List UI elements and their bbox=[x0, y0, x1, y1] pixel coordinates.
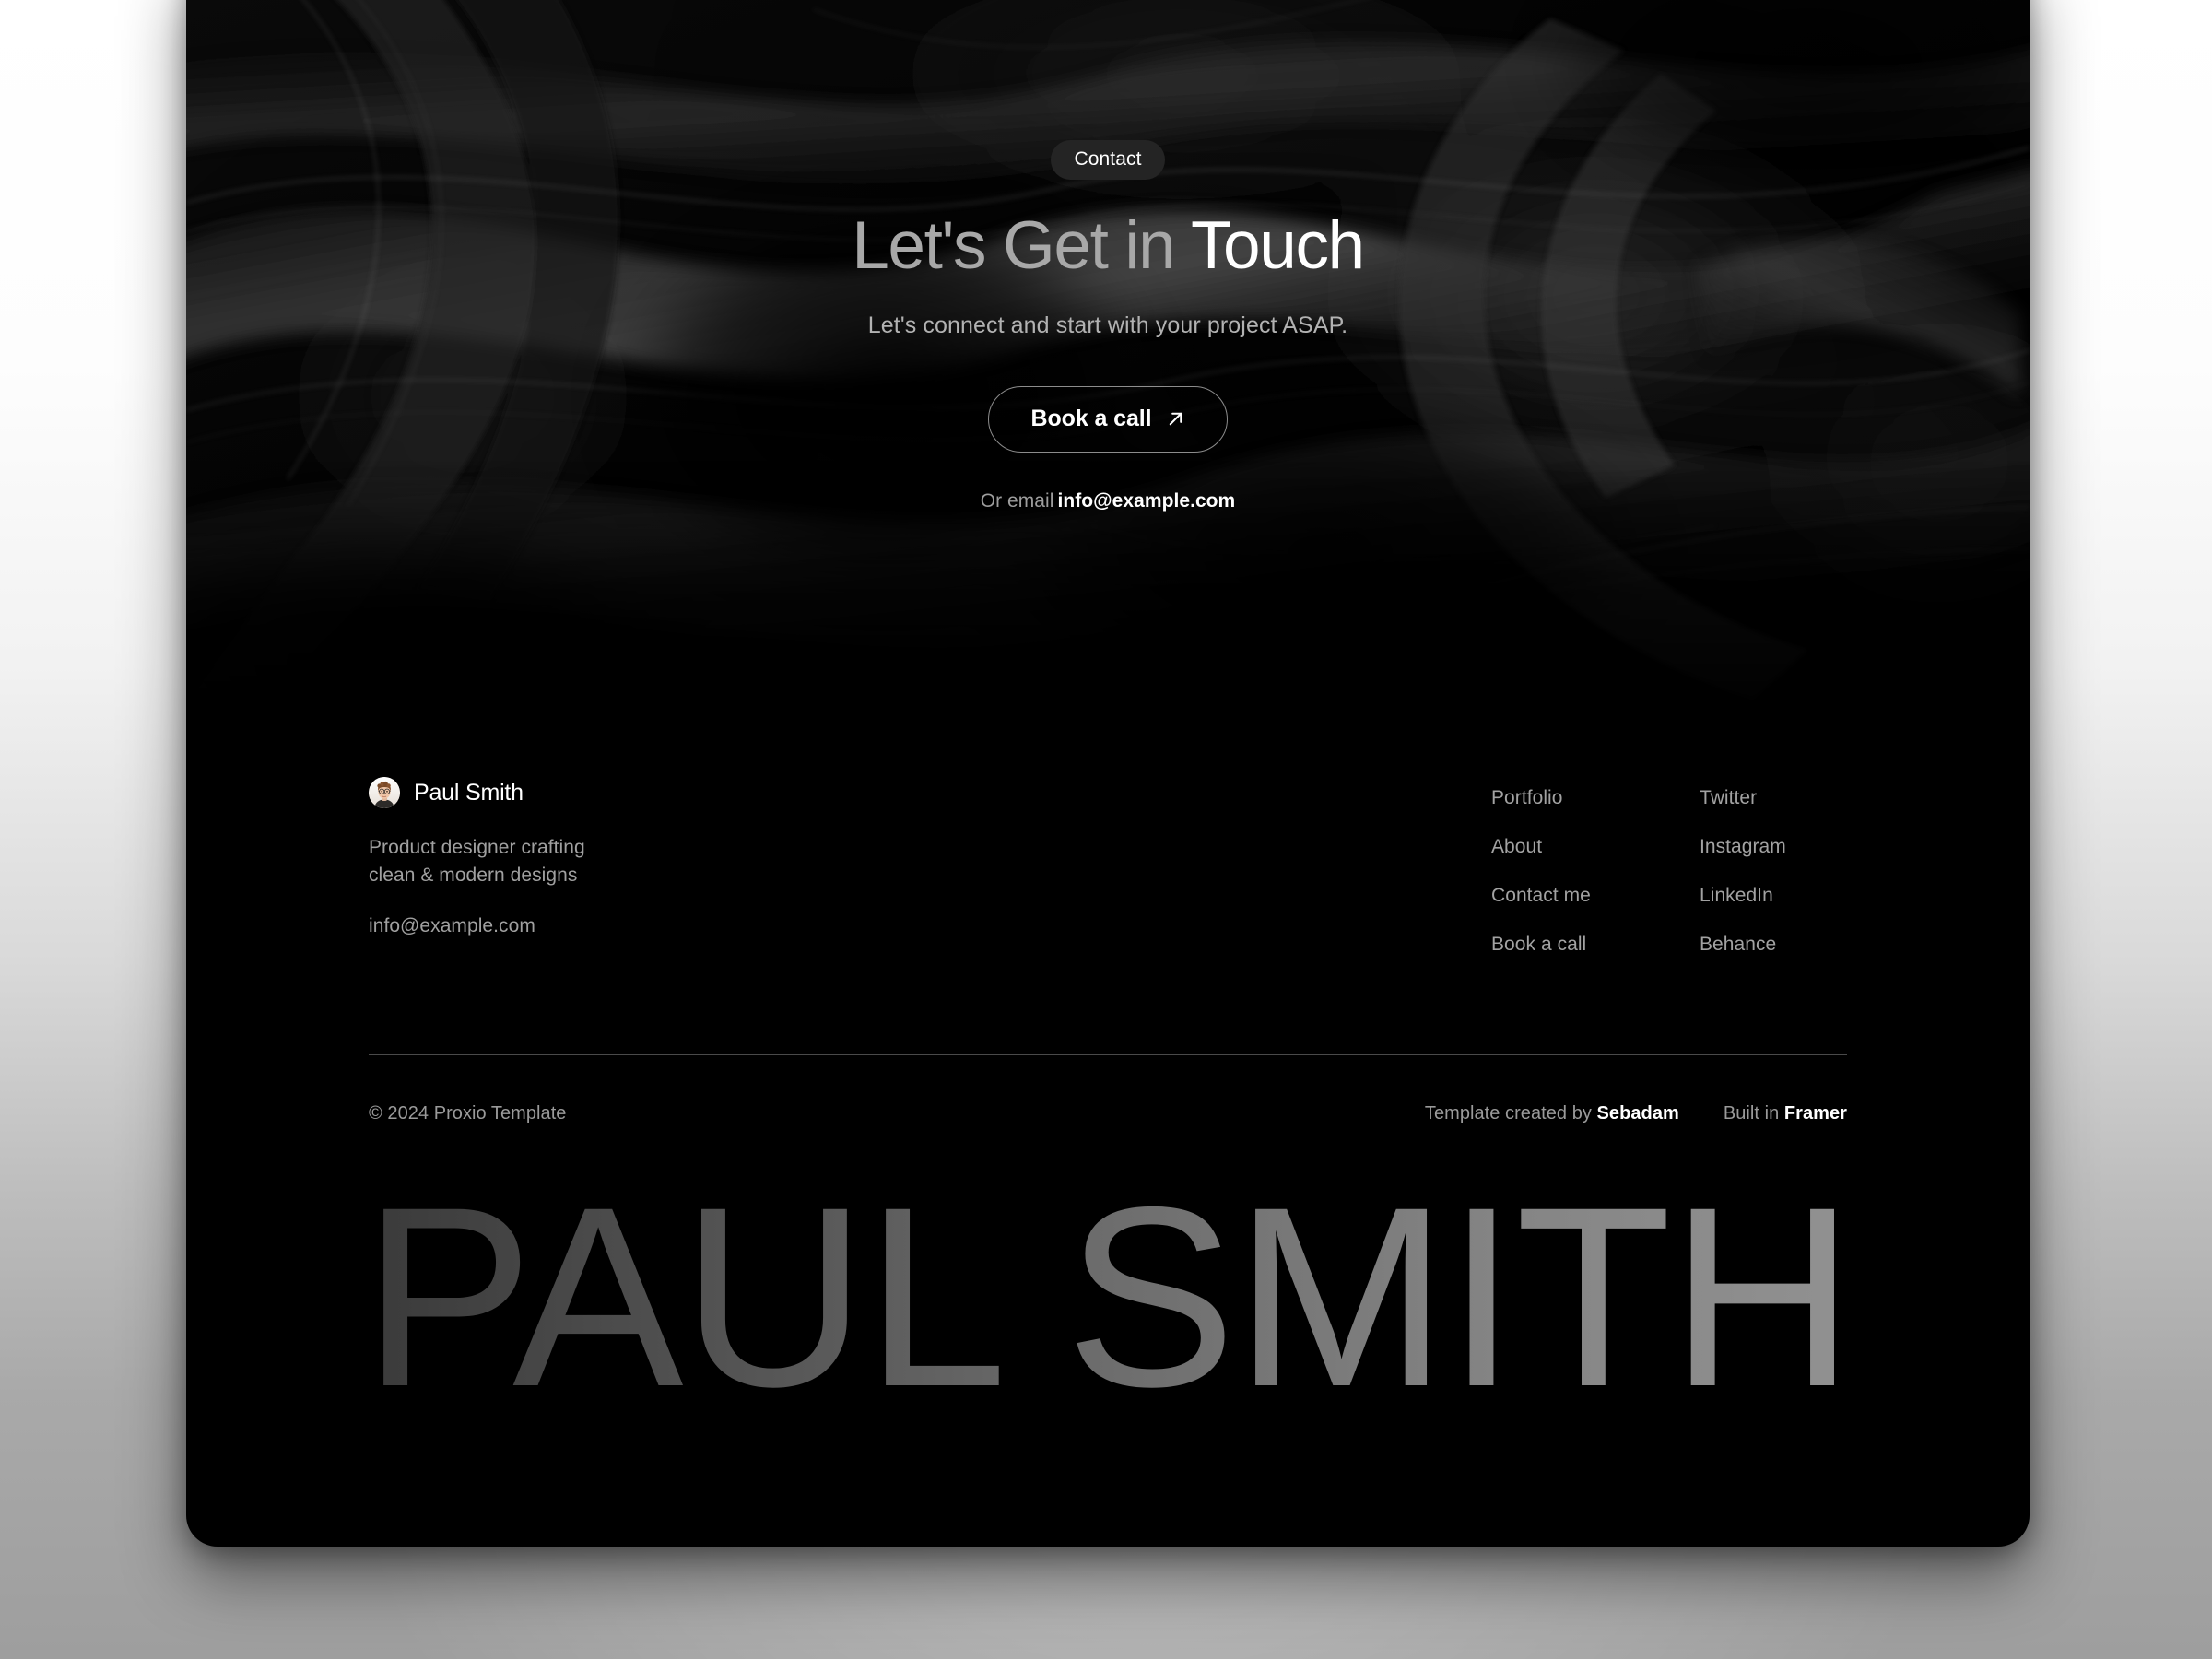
credit-built-in: Built in Framer bbox=[1724, 1103, 1847, 1124]
page-backdrop: Contact Let's Get in Touch Let's connect… bbox=[0, 0, 2212, 1659]
footer-credits: Template created by Sebadam Built in Fra… bbox=[1425, 1103, 1847, 1124]
footer-bottom-row: © 2024 Proxio Template Template created … bbox=[369, 1103, 1847, 1124]
page-title-dim-part: Let's Get in bbox=[852, 208, 1191, 283]
footer-primary-links: Portfolio About Contact me Book a call bbox=[1491, 788, 1700, 954]
site-card: Contact Let's Get in Touch Let's connect… bbox=[186, 0, 2030, 1547]
footer-link-linkedin[interactable]: LinkedIn bbox=[1700, 886, 1847, 905]
footer-brand-email[interactable]: info@example.com bbox=[369, 915, 848, 937]
footer-brand-row: Paul Smith bbox=[369, 777, 848, 808]
user-avatar-photo bbox=[369, 777, 400, 808]
hero-content: Contact Let's Get in Touch Let's connect… bbox=[186, 0, 2030, 512]
footer-link-columns: Portfolio About Contact me Book a call T… bbox=[1491, 777, 1847, 954]
footer-wordmark: PAUL SMITH bbox=[362, 1153, 1854, 1440]
or-email-prefix: Or email bbox=[980, 489, 1054, 512]
footer-link-portfolio[interactable]: Portfolio bbox=[1491, 788, 1700, 807]
footer-brand-name: Paul Smith bbox=[414, 779, 524, 806]
footer-link-instagram[interactable]: Instagram bbox=[1700, 837, 1847, 856]
footer-brand-column: Paul Smith Product designer crafting cle… bbox=[369, 777, 848, 937]
footer-brand-tagline: Product designer crafting clean & modern… bbox=[369, 834, 848, 889]
footer-social-links: Twitter Instagram LinkedIn Behance bbox=[1700, 788, 1847, 954]
book-a-call-button[interactable]: Book a call bbox=[987, 385, 1229, 453]
footer-top-row: Paul Smith Product designer crafting cle… bbox=[369, 737, 1847, 954]
or-email-line: Or email info@example.com bbox=[981, 490, 1236, 512]
footer-link-contact-me[interactable]: Contact me bbox=[1491, 886, 1700, 905]
arrow-up-right-icon bbox=[1165, 408, 1186, 429]
footer-link-about[interactable]: About bbox=[1491, 837, 1700, 856]
hero-subtitle: Let's connect and start with your projec… bbox=[867, 312, 1348, 338]
contact-badge[interactable]: Contact bbox=[1051, 140, 1165, 180]
credit-template-prefix: Template created by bbox=[1424, 1103, 1597, 1124]
footer-link-book-a-call[interactable]: Book a call bbox=[1491, 935, 1700, 954]
footer-tagline-line-2: clean & modern designs bbox=[369, 864, 578, 886]
book-a-call-label: Book a call bbox=[1030, 405, 1152, 431]
credit-built-prefix: Built in bbox=[1723, 1103, 1784, 1124]
footer-link-behance[interactable]: Behance bbox=[1700, 935, 1847, 954]
page-title: Let's Get in Touch bbox=[852, 208, 1365, 283]
site-footer: Paul Smith Product designer crafting cle… bbox=[186, 737, 2030, 1124]
credit-template-author: Template created by Sebadam bbox=[1425, 1103, 1679, 1124]
footer-wordmark-area: PAUL SMITH bbox=[186, 1169, 2030, 1445]
footer-link-twitter[interactable]: Twitter bbox=[1700, 788, 1847, 807]
footer-divider bbox=[369, 1054, 1847, 1055]
credit-author-name[interactable]: Sebadam bbox=[1597, 1103, 1679, 1124]
copyright-text: © 2024 Proxio Template bbox=[369, 1103, 567, 1124]
credit-platform-name[interactable]: Framer bbox=[1784, 1103, 1847, 1124]
contact-email-link[interactable]: info@example.com bbox=[1057, 490, 1235, 512]
page-title-accent-part: Touch bbox=[1190, 208, 1365, 283]
footer-tagline-line-1: Product designer crafting bbox=[369, 837, 585, 858]
